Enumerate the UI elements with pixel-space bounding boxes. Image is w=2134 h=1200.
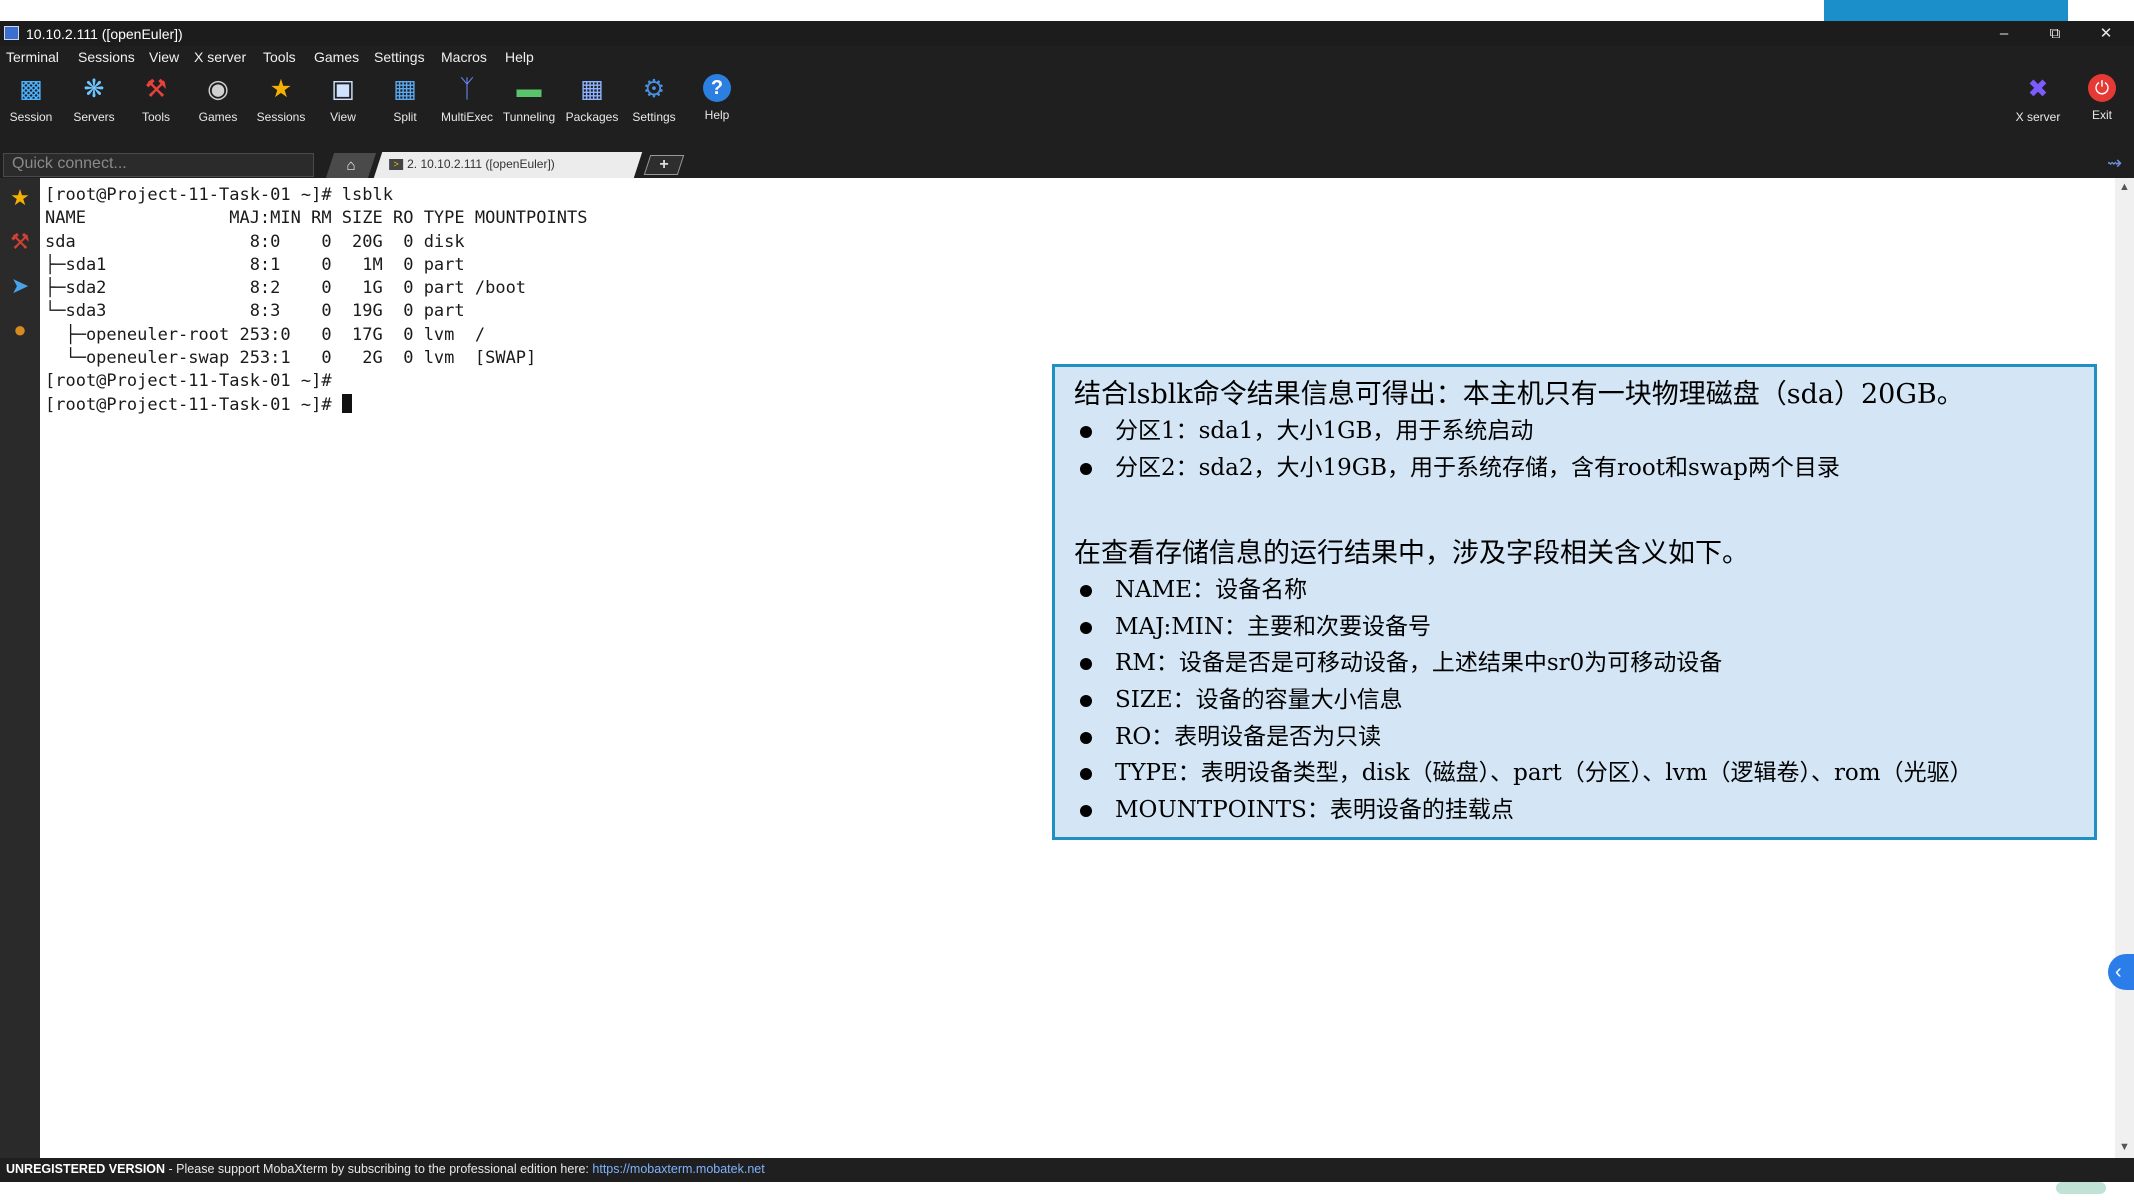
terminal-line: NAME MAJ:MIN RM SIZE RO TYPE MOUNTPOINTS <box>45 208 588 229</box>
close-button[interactable]: ✕ <box>2084 21 2128 46</box>
menu-help[interactable]: Help <box>505 49 534 65</box>
minimize-button[interactable]: – <box>1982 21 2026 46</box>
field-list: NAME：设备名称 MAJ:MIN：主要和次要设备号 RM：设备是否是可移动设备… <box>1074 572 2094 828</box>
sidebar-star-icon[interactable]: ★ <box>0 178 40 218</box>
monitor-icon: ▩ <box>19 75 43 103</box>
gamepad-icon: ◉ <box>207 75 229 103</box>
field-item: MAJ:MIN：主要和次要设备号 <box>1074 609 2094 646</box>
tunneling-button[interactable]: ▬ Tunneling <box>498 72 560 124</box>
field-item: NAME：设备名称 <box>1074 572 2094 609</box>
terminal-line: [root@Project-11-Task-01 ~]# lsblk <box>45 185 393 205</box>
multiexec-icon: ᛉ <box>459 75 475 103</box>
support-message: - Please support MobaXterm by subscribin… <box>165 1162 593 1176</box>
sessions-button[interactable]: ★ Sessions <box>250 72 312 124</box>
session-button[interactable]: ▩ Session <box>0 72 62 124</box>
servers-button[interactable]: ❋ Servers <box>63 72 125 124</box>
top-strip-accent <box>1824 0 2068 21</box>
settings-button[interactable]: ⚙ Settings <box>623 72 685 124</box>
left-sidebar: ★ ⚒ ➤ ● <box>0 178 40 1158</box>
terminal-line: ├─sda2 8:2 0 1G 0 part /boot <box>45 278 527 299</box>
sidebar-macro-icon[interactable]: ● <box>0 310 40 350</box>
info-callout-box: 结合lsblk命令结果信息可得出：本主机只有一块物理磁盘（sda）20GB。 分… <box>1052 364 2097 840</box>
sidebar-send-icon[interactable]: ➤ <box>0 266 40 306</box>
help-icon: ? <box>703 74 731 102</box>
split-icon: ▦ <box>393 75 417 103</box>
terminal-scrollbar[interactable]: ▲ ▼ <box>2115 178 2134 1158</box>
bottom-pill <box>2056 1182 2106 1194</box>
partition-item: 分区1：sda1，大小1GB，用于系统启动 <box>1074 413 2094 450</box>
new-tab-button[interactable]: + <box>643 155 685 175</box>
window-title: 10.10.2.111 ([openEuler]) <box>26 26 183 42</box>
tab-row: Quick connect... ⌂ >2. 10.10.2.111 ([ope… <box>0 148 2134 178</box>
terminal-line: └─openeuler-swap 253:1 0 2G 0 lvm [SWAP] <box>45 348 537 369</box>
app-icon <box>4 26 19 40</box>
games-button[interactable]: ◉ Games <box>187 72 249 124</box>
x-server-button[interactable]: ✖ X server <box>2007 72 2069 124</box>
session-tab-label: 2. 10.10.2.111 ([openEuler]) <box>407 157 555 171</box>
tunneling-icon: ▬ <box>516 75 542 103</box>
session-tab[interactable]: >2. 10.10.2.111 ([openEuler]) <box>373 152 643 178</box>
scroll-down-arrow[interactable]: ▼ <box>2115 1141 2134 1153</box>
menu-sessions[interactable]: Sessions <box>78 49 135 65</box>
view-button[interactable]: ▣ View <box>312 72 374 124</box>
home-tab[interactable]: ⌂ <box>325 153 377 178</box>
view-icon: ▣ <box>331 75 355 103</box>
menu-games[interactable]: Games <box>314 49 359 65</box>
mobatek-link[interactable]: https://mobaxterm.mobatek.net <box>592 1162 764 1176</box>
unregistered-label: UNREGISTERED VERSION <box>6 1162 166 1176</box>
scroll-up-arrow[interactable]: ▲ <box>2115 181 2134 193</box>
terminal-line: [root@Project-11-Task-01 ~]# <box>45 371 332 392</box>
terminal-cursor <box>341 393 352 413</box>
packages-button[interactable]: ▦ Packages <box>561 72 623 124</box>
terminal-line: ├─openeuler-root 253:0 0 17G 0 lvm / <box>45 324 486 345</box>
servers-icon: ❋ <box>83 75 105 103</box>
menu-bar: Terminal Sessions View X server Tools Ga… <box>0 46 2134 68</box>
gear-icon: ⚙ <box>642 75 666 103</box>
menu-terminal[interactable]: Terminal <box>6 49 59 65</box>
field-item: RM：设备是否是可移动设备，上述结果中sr0为可移动设备 <box>1074 645 2094 682</box>
bottom-strip <box>0 1182 2134 1200</box>
plus-icon: + <box>659 156 669 173</box>
menu-tools[interactable]: Tools <box>263 49 296 65</box>
tools-icon: ⚒ <box>144 75 168 103</box>
packages-icon: ▦ <box>580 75 604 103</box>
restore-button[interactable]: ⧉ <box>2033 21 2077 46</box>
terminal-line: sda 8:0 0 20G 0 disk <box>45 231 465 252</box>
power-icon: ⏻ <box>2088 74 2116 102</box>
star-icon: ★ <box>269 75 293 103</box>
help-button[interactable]: ? Help <box>686 72 748 122</box>
sidebar-tools-icon[interactable]: ⚒ <box>0 222 40 262</box>
field-item: MOUNTPOINTS：表明设备的挂载点 <box>1074 792 2094 829</box>
field-item: TYPE：表明设备类型，disk（磁盘）、part（分区）、lvm（逻辑卷）、r… <box>1074 755 2094 792</box>
terminal-tab-icon: > <box>389 159 404 171</box>
top-strip <box>0 0 2134 21</box>
field-item: SIZE：设备的容量大小信息 <box>1074 682 2094 719</box>
exit-button[interactable]: ⏻ Exit <box>2071 72 2133 122</box>
menu-x-server[interactable]: X server <box>194 49 246 65</box>
x-server-icon: ✖ <box>2027 75 2049 103</box>
menu-view[interactable]: View <box>149 49 179 65</box>
home-icon: ⌂ <box>346 157 356 174</box>
quick-connect-input[interactable]: Quick connect... <box>3 153 314 177</box>
status-bar: UNREGISTERED VERSION - Please support Mo… <box>0 1158 2134 1182</box>
menu-settings[interactable]: Settings <box>374 49 425 65</box>
menu-macros[interactable]: Macros <box>441 49 487 65</box>
toolbar: ▩ Session ❋ Servers ⚒ Tools ◉ Games ★ Se… <box>0 68 2134 148</box>
info-heading-summary: 结合lsblk命令结果信息可得出：本主机只有一块物理磁盘（sda）20GB。 <box>1074 379 1964 410</box>
partition-item: 分区2：sda2，大小19GB，用于系统存储，含有root和swap两个目录 <box>1074 450 2094 487</box>
terminal-line: ├─sda1 8:1 0 1M 0 part <box>45 254 465 275</box>
paperclip-icon[interactable]: ⇝ <box>2107 153 2122 174</box>
terminal-line: └─sda3 8:3 0 19G 0 part <box>45 301 465 322</box>
multiexec-button[interactable]: ᛉ MultiExec <box>436 72 498 124</box>
field-item: RO：表明设备是否为只读 <box>1074 719 2094 756</box>
info-heading-fields: 在查看存储信息的运行结果中，涉及字段相关含义如下。 <box>1074 538 1749 570</box>
partition-list: 分区1：sda1，大小1GB，用于系统启动 分区2：sda2，大小19GB，用于… <box>1074 413 2094 486</box>
tools-button[interactable]: ⚒ Tools <box>125 72 187 124</box>
title-bar: 10.10.2.111 ([openEuler]) – ⧉ ✕ <box>0 21 2134 46</box>
split-button[interactable]: ▦ Split <box>374 72 436 124</box>
terminal-prompt: [root@Project-11-Task-01 ~]# <box>45 394 342 415</box>
